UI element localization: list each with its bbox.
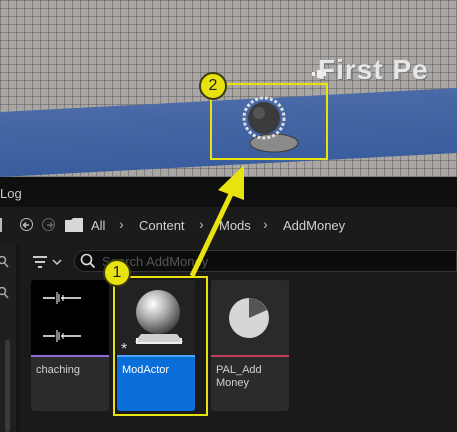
callout-arrow	[189, 165, 244, 278]
callout-badge-2: 2	[199, 72, 227, 100]
callout-badge-1: 1	[103, 259, 131, 287]
